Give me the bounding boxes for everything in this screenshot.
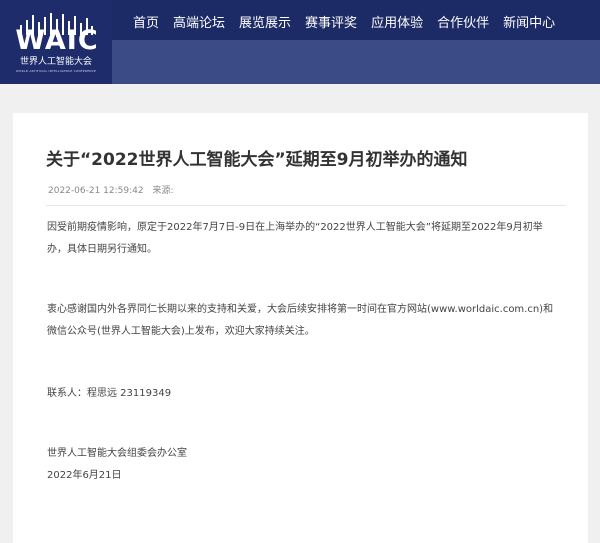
waic-logo[interactable]: WAIC 世界人工智能大会 WORLD ARTIFICIAL INTELLIGE… — [0, 0, 112, 84]
site-header: WAIC 世界人工智能大会 WORLD ARTIFICIAL INTELLIGE… — [0, 0, 600, 84]
logo-wordmark: WAIC — [15, 25, 99, 56]
article-meta: 2022-06-21 12:59:42 来源: — [48, 183, 180, 196]
nav-item-awards[interactable]: 赛事评奖 — [305, 12, 357, 31]
nav-item-home[interactable]: 首页 — [133, 12, 159, 31]
article-datetime: 2022-06-21 12:59:42 — [48, 186, 144, 196]
article-card: 关于“2022世界人工智能大会”延期至9月初举办的通知 2022-06-21 1… — [13, 113, 588, 543]
divider — [46, 205, 566, 206]
article-source-label: 来源: — [152, 186, 174, 196]
article-date: 2022年6月21日 — [47, 470, 122, 481]
article-paragraph-1: 因受前期疫情影响，原定于2022年7月7日-9日在上海举办的“2022世界人工智… — [47, 222, 543, 255]
article-title: 关于“2022世界人工智能大会”延期至9月初举办的通知 — [46, 150, 468, 170]
article-paragraph-2: 衷心感谢国内外各界同仁长期以来的支持和关爱，大会后续安排将第一时间在官方网站(w… — [47, 304, 554, 337]
logo-chinese-name: 世界人工智能大会 — [19, 57, 92, 67]
nav-item-partners[interactable]: 合作伙伴 — [437, 12, 489, 31]
nav-item-exhibition[interactable]: 展览展示 — [239, 12, 291, 31]
nav-item-forums[interactable]: 高端论坛 — [173, 12, 225, 31]
main-nav: 首页 高端论坛 展览展示 赛事评奖 应用体验 合作伙伴 新闻中心 — [120, 0, 600, 42]
logo-english-name: WORLD ARTIFICIAL INTELLIGENCE CONFERENCE — [15, 69, 97, 73]
article-contact: 联系人：程思远 23119349 — [47, 388, 172, 399]
nav-item-experience[interactable]: 应用体验 — [371, 12, 423, 31]
nav-item-news[interactable]: 新闻中心 — [503, 12, 555, 31]
article-office: 世界人工智能大会组委会办公室 — [47, 448, 187, 459]
